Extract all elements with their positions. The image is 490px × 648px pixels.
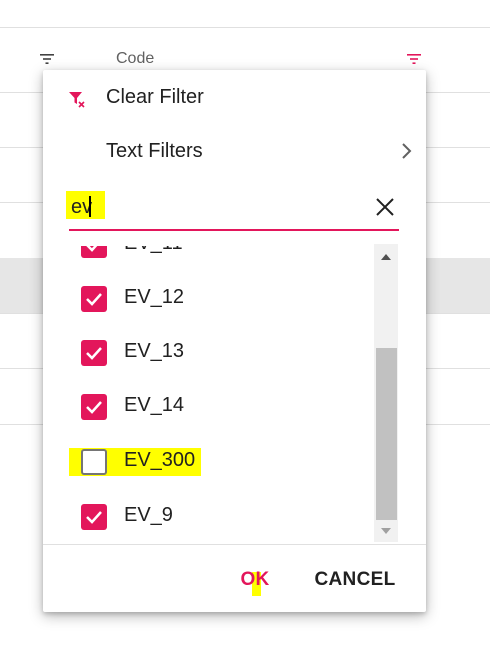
list-item[interactable]: EV_13: [69, 326, 369, 380]
clear-filter-label: Clear Filter: [106, 86, 204, 108]
checkbox-unchecked[interactable]: [81, 449, 107, 475]
text-filters-label: Text Filters: [106, 140, 203, 162]
checkbox-checked[interactable]: [81, 340, 107, 366]
checkbox-checked[interactable]: [81, 286, 107, 312]
list-item[interactable]: EV_300: [69, 435, 369, 489]
list-item-label: EV_13: [124, 340, 185, 362]
list-item-label: EV_300: [124, 449, 196, 471]
search-input[interactable]: [69, 187, 359, 227]
grid-divider: [0, 27, 490, 28]
list-item[interactable]: EV_14: [69, 380, 369, 434]
check-icon: [86, 347, 102, 360]
ok-button-label: OK: [240, 569, 270, 590]
list-item-label: EV_14: [124, 394, 185, 416]
checkbox-checked[interactable]: [81, 394, 107, 420]
search-underline: [69, 229, 399, 231]
code-column-header[interactable]: Code: [116, 50, 154, 68]
list-item[interactable]: EV_9: [69, 490, 369, 540]
footer-divider: [43, 544, 426, 545]
filter-menu-popup: Clear Filter Text Filters EV_11 EV_12: [43, 70, 426, 612]
list-item-label: EV_11: [124, 246, 183, 255]
clear-filter-icon: [69, 92, 85, 108]
list-item-label: EV_9: [124, 504, 173, 526]
chevron-right-icon: [402, 143, 412, 159]
check-icon: [86, 401, 102, 414]
code-column-filter-icon[interactable]: [406, 52, 422, 66]
clear-filter-menu-item[interactable]: Clear Filter: [43, 72, 426, 122]
vertical-scrollbar[interactable]: [374, 244, 398, 542]
column-filter-icon[interactable]: [39, 52, 55, 66]
scroll-down-arrow-icon[interactable]: [380, 526, 392, 536]
ok-button[interactable]: OK: [237, 560, 273, 600]
text-filters-menu-item[interactable]: Text Filters: [43, 126, 426, 176]
check-icon: [86, 293, 102, 306]
close-icon[interactable]: [375, 197, 395, 217]
scroll-thumb[interactable]: [376, 348, 397, 520]
checkbox-checked[interactable]: [81, 504, 107, 530]
scroll-up-arrow-icon[interactable]: [380, 252, 392, 262]
list-item-label: EV_12: [124, 286, 185, 308]
text-caret: [89, 196, 91, 217]
list-item[interactable]: EV_11: [69, 246, 369, 272]
cancel-button[interactable]: CANCEL: [314, 560, 396, 600]
check-icon: [86, 246, 98, 252]
checkbox-checked[interactable]: [81, 246, 107, 258]
check-icon: [86, 511, 102, 524]
list-item[interactable]: EV_12: [69, 272, 369, 326]
checkbox-list: EV_11 EV_12 EV_13 EV_14 EV_300: [69, 246, 399, 540]
search-box: [66, 187, 399, 231]
